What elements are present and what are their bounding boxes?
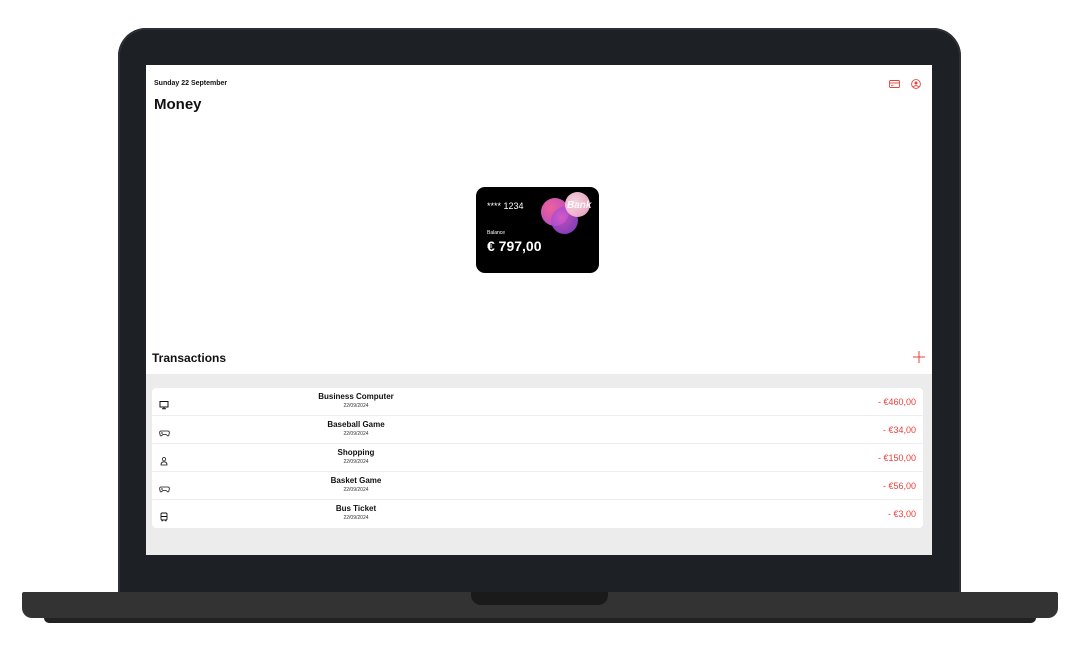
transactions-header: Transactions (152, 350, 926, 368)
transaction-amount: - €460,00 (877, 397, 916, 407)
transactions-title: Transactions (152, 351, 227, 365)
transactions-list: Business Computer 22/09/2024 - €460,00 B… (152, 388, 923, 528)
bus-icon (159, 509, 169, 522)
card-number: **** 1234 (487, 201, 524, 211)
transaction-row[interactable]: Shopping 22/09/2024 - €150,00 (152, 444, 923, 472)
add-transaction-button[interactable] (912, 350, 926, 364)
transaction-row[interactable]: Basket Game 22/09/2024 - €56,00 (152, 472, 923, 500)
transaction-amount: - €3,00 (887, 509, 916, 519)
plus-icon (913, 351, 925, 363)
transaction-name: Basket Game (330, 476, 382, 485)
transaction-row[interactable]: Bus Ticket 22/09/2024 - €3,00 (152, 500, 923, 528)
transaction-name: Shopping (337, 448, 375, 457)
app-screen: Sunday 22 September Money Bank **** 1234… (146, 65, 932, 555)
transaction-name: Baseball Game (327, 420, 385, 429)
gamepad-icon (159, 481, 170, 493)
transaction-date: 22/09/2024 (343, 487, 369, 493)
transaction-row[interactable]: Baseball Game 22/09/2024 - €34,00 (152, 416, 923, 444)
transaction-date: 22/09/2024 (343, 459, 369, 465)
transactions-area: Business Computer 22/09/2024 - €460,00 B… (146, 374, 932, 555)
computer-icon (159, 397, 169, 410)
transaction-row[interactable]: Business Computer 22/09/2024 - €460,00 (152, 388, 923, 416)
transaction-date: 22/09/2024 (343, 515, 369, 521)
transaction-name: Bus Ticket (335, 504, 377, 513)
laptop-base-foot (44, 618, 1036, 623)
card-icon[interactable] (888, 78, 900, 90)
bank-card[interactable]: Bank **** 1234 Balance € 797,00 (476, 187, 599, 273)
card-brand: Bank (567, 200, 592, 211)
page-title: Money (154, 96, 202, 113)
transaction-date: 22/09/2024 (343, 403, 369, 409)
laptop-notch (471, 592, 608, 605)
current-date: Sunday 22 September (154, 80, 228, 87)
transaction-date: 22/09/2024 (343, 431, 369, 437)
balance-value: € 797,00 (487, 238, 542, 254)
gamepad-icon (159, 425, 170, 437)
transaction-amount: - €56,00 (882, 481, 916, 491)
transaction-name: Business Computer (318, 392, 394, 401)
transaction-amount: - €150,00 (877, 453, 916, 463)
transaction-amount: - €34,00 (882, 425, 916, 435)
profile-icon[interactable] (910, 78, 922, 90)
balance-label: Balance (487, 230, 506, 236)
person-icon (159, 453, 169, 466)
